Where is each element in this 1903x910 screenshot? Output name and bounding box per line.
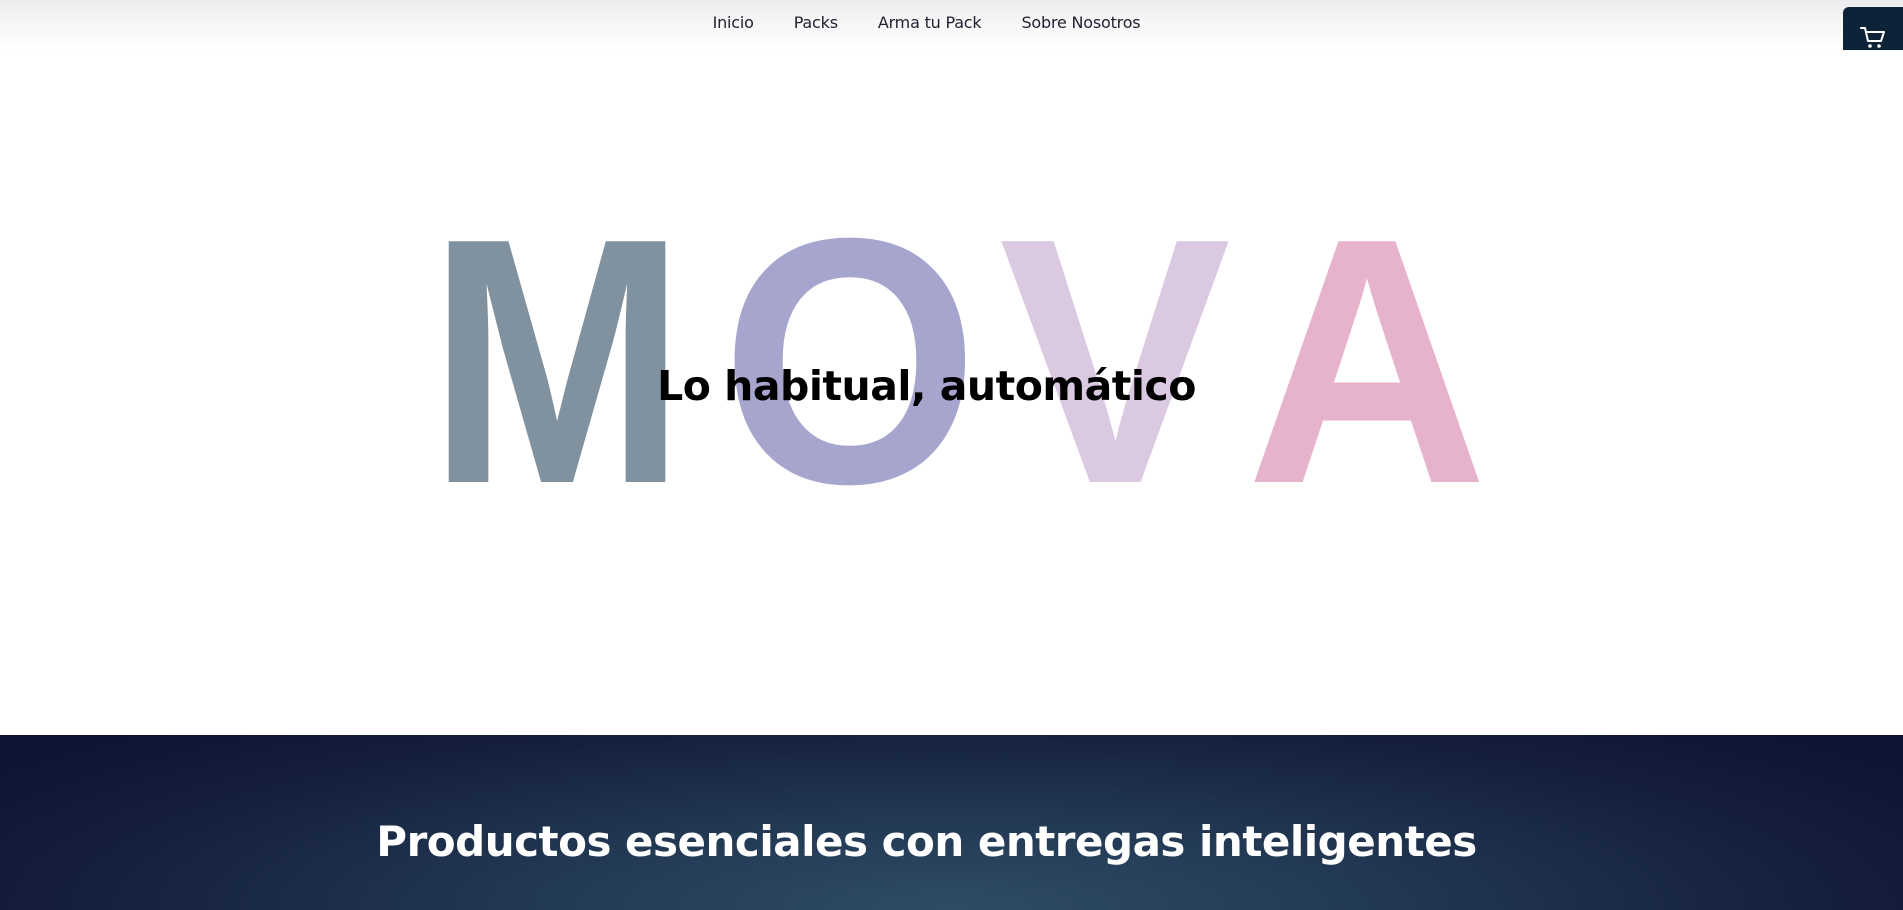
features-banner-title: Productos esenciales con entregas inteli…	[376, 817, 1477, 866]
shopping-cart-icon	[1860, 27, 1885, 48]
features-banner: Productos esenciales con entregas inteli…	[0, 735, 1903, 910]
page: Inicio Packs Arma tu Pack Sobre Nosotros…	[0, 0, 1903, 910]
nav-item-inicio[interactable]: Inicio	[713, 13, 754, 32]
nav-item-sobre-nosotros[interactable]: Sobre Nosotros	[1021, 13, 1140, 32]
nav-item-packs[interactable]: Packs	[794, 13, 838, 32]
main-nav: Inicio Packs Arma tu Pack Sobre Nosotros	[0, 0, 1903, 44]
hero-tagline: Lo habitual, automático	[657, 362, 1196, 410]
hero-section: M O V A Lo habitual, automático	[0, 50, 1903, 735]
top-navigation-bar: Inicio Packs Arma tu Pack Sobre Nosotros	[0, 0, 1903, 69]
nav-item-arma-tu-pack[interactable]: Arma tu Pack	[878, 13, 982, 32]
